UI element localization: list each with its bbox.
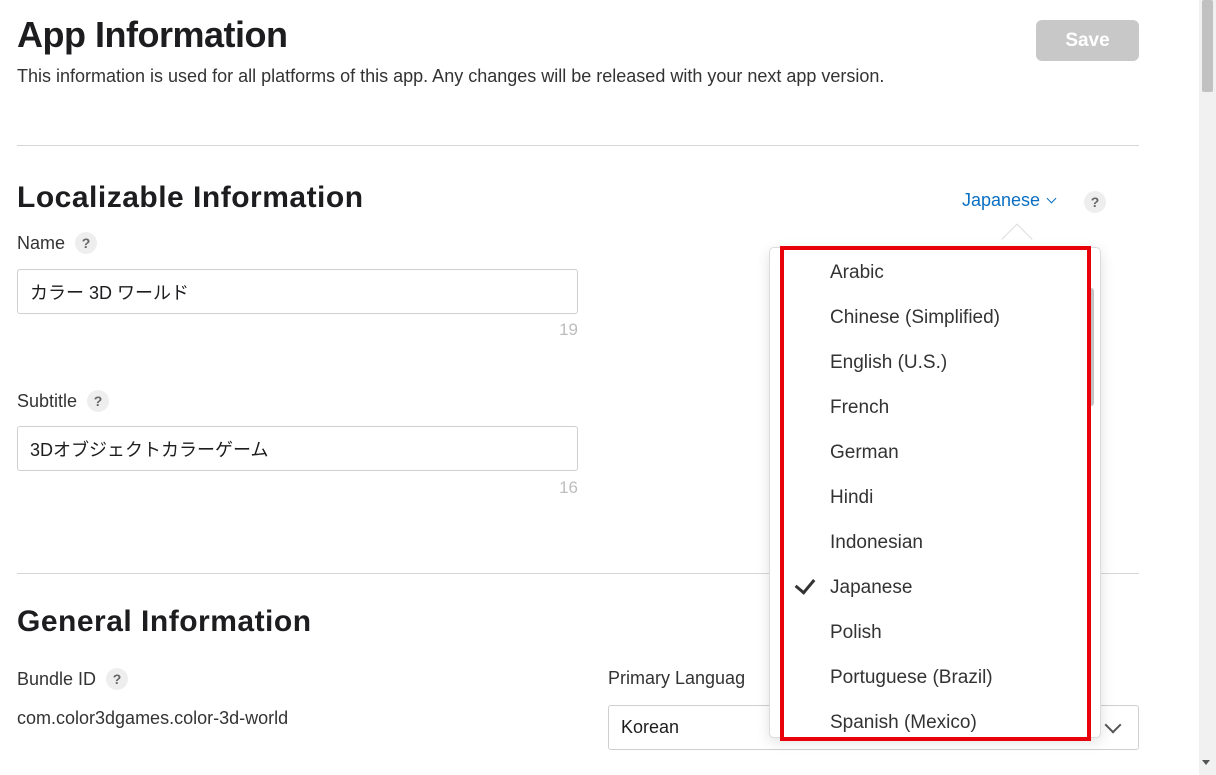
name-input-value: カラー 3D ワールド bbox=[30, 282, 190, 303]
scroll-down-arrow-icon[interactable] bbox=[1202, 760, 1210, 765]
language-option[interactable]: French bbox=[830, 393, 889, 423]
dropdown-scrollbar-thumb[interactable] bbox=[1088, 288, 1094, 406]
language-dropdown-menu: Arabic Chinese (Simplified) English (U.S… bbox=[769, 247, 1101, 738]
page-scrollbar-thumb[interactable] bbox=[1202, 0, 1213, 92]
language-option[interactable]: German bbox=[830, 438, 899, 468]
language-toggle-label: Japanese bbox=[962, 190, 1041, 210]
help-icon[interactable]: ? bbox=[87, 390, 110, 412]
name-label-text: Name bbox=[17, 232, 66, 253]
page-title: App Information bbox=[17, 14, 288, 55]
bundle-id-value: com.color3dgames.color-3d-world bbox=[17, 708, 289, 728]
language-option[interactable]: Hindi bbox=[830, 483, 873, 513]
name-input[interactable]: カラー 3D ワールド bbox=[17, 269, 578, 314]
general-section-title: General Information bbox=[17, 605, 312, 638]
primary-language-value: Korean bbox=[621, 717, 680, 737]
page-subtitle: This information is used for all platfor… bbox=[17, 66, 885, 86]
subtitle-char-counter: 16 bbox=[559, 478, 578, 497]
language-option[interactable]: Polish bbox=[830, 618, 882, 648]
bundle-id-label-text: Bundle ID bbox=[17, 668, 97, 689]
primary-language-label: Primary Languag bbox=[608, 668, 745, 689]
primary-language-label-text: Primary Languag bbox=[608, 668, 746, 688]
help-icon[interactable]: ? bbox=[75, 232, 98, 254]
divider bbox=[17, 145, 1139, 146]
localizable-section-title: Localizable Information bbox=[17, 181, 364, 214]
subtitle-label-text: Subtitle bbox=[17, 390, 78, 411]
subtitle-input[interactable]: 3Dオブジェクトカラーゲーム bbox=[17, 426, 578, 471]
name-label: Name ? bbox=[17, 232, 98, 254]
language-toggle[interactable]: Japanese bbox=[962, 190, 1057, 211]
language-option[interactable]: English (U.S.) bbox=[830, 348, 947, 378]
subtitle-input-value: 3Dオブジェクトカラーゲーム bbox=[30, 439, 269, 460]
language-option[interactable]: Arabic bbox=[830, 258, 884, 288]
subtitle-label: Subtitle ? bbox=[17, 390, 110, 412]
language-option-selected[interactable]: Japanese bbox=[830, 573, 912, 603]
language-option[interactable]: Indonesian bbox=[830, 528, 923, 558]
chevron-down-icon bbox=[1046, 193, 1057, 204]
bundle-id-label: Bundle ID ? bbox=[17, 668, 129, 690]
help-icon[interactable]: ? bbox=[106, 668, 129, 690]
language-option[interactable]: Spanish (Mexico) bbox=[830, 708, 977, 737]
language-option[interactable]: Portuguese (Brazil) bbox=[830, 663, 993, 693]
save-button[interactable]: Save bbox=[1036, 20, 1139, 61]
help-icon[interactable]: ? bbox=[1084, 191, 1106, 213]
language-option[interactable]: Chinese (Simplified) bbox=[830, 303, 1000, 333]
name-char-counter: 19 bbox=[559, 320, 578, 339]
page-scrollbar[interactable] bbox=[1199, 0, 1216, 775]
checkmark-icon bbox=[794, 573, 816, 595]
